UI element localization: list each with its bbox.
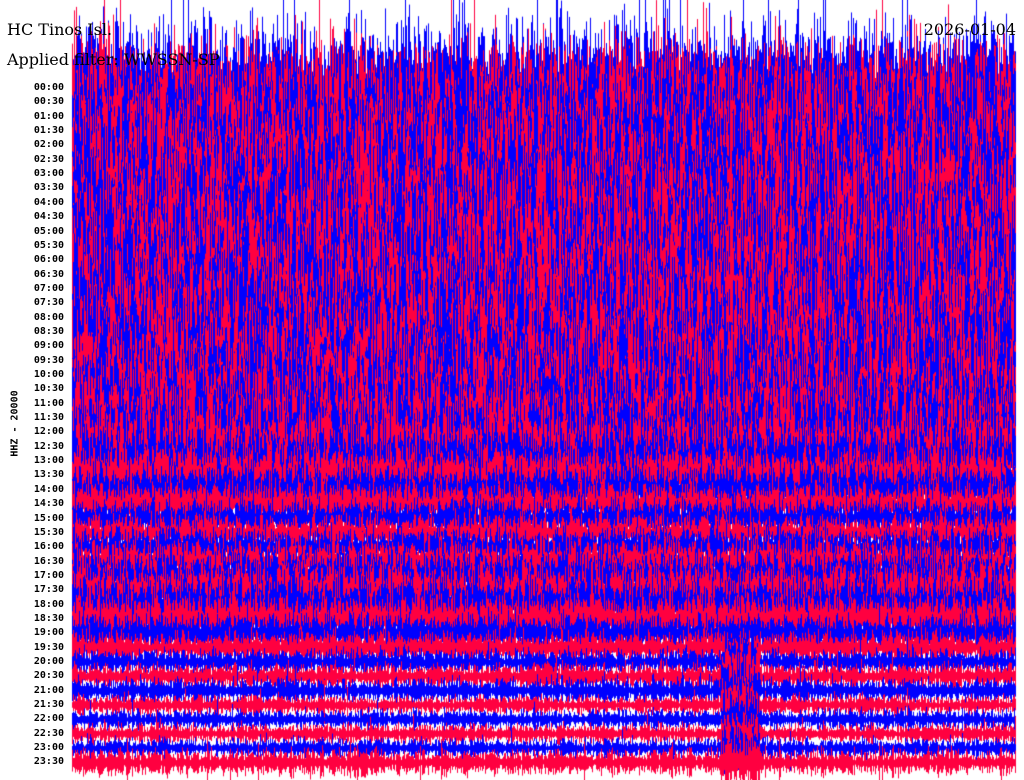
time-tick-label: 07:00: [33, 282, 64, 294]
time-tick-label: 23:00: [33, 742, 64, 754]
time-tick-label: 02:00: [33, 139, 64, 151]
time-tick-label: 14:00: [33, 483, 64, 495]
time-tick-label: 00:00: [33, 82, 64, 93]
time-tick-label: 12:30: [33, 440, 64, 452]
time-tick-label: 02:30: [33, 153, 64, 165]
time-tick-label: 06:00: [33, 254, 64, 266]
station-title: HC Tinos Isl.: [7, 20, 113, 39]
channel-scale-label: HHZ - 20000: [9, 390, 21, 457]
time-tick-label: 12:00: [33, 426, 64, 438]
time-tick-label: 13:30: [33, 469, 64, 481]
time-tick-label: 21:00: [33, 684, 64, 696]
time-tick-label: 07:30: [33, 297, 64, 309]
seismogram-traces: [0, 0, 1024, 780]
filter-label: Applied filter: WWSSN-SP: [7, 50, 220, 69]
time-tick-label: 01:00: [33, 110, 64, 122]
time-tick-label: 09:00: [33, 340, 64, 352]
time-tick-label: 23:30: [33, 756, 64, 768]
time-tick-label: 15:30: [33, 526, 64, 538]
time-tick-label: 14:30: [33, 498, 64, 510]
time-tick-label: 08:00: [33, 311, 64, 323]
time-tick-label: 17:30: [33, 584, 64, 596]
time-tick-label: 03:00: [33, 168, 64, 180]
time-tick-label: 17:00: [33, 569, 64, 581]
time-tick-label: 00:30: [33, 96, 64, 108]
time-tick-label: 22:00: [33, 713, 64, 725]
time-tick-label: 20:30: [33, 670, 64, 682]
time-tick-label: 10:30: [33, 383, 64, 395]
time-tick-label: 09:30: [33, 354, 64, 366]
time-tick-label: 19:00: [33, 627, 64, 639]
time-tick-label: 16:00: [33, 541, 64, 553]
time-tick-label: 11:30: [33, 412, 64, 424]
time-tick-label: 05:00: [33, 225, 64, 237]
time-tick-label: 01:30: [33, 125, 64, 137]
time-tick-label: 06:30: [33, 268, 64, 280]
time-tick-label: 16:30: [33, 555, 64, 567]
time-tick-label: 20:00: [33, 656, 64, 667]
time-tick-label: 18:30: [33, 612, 64, 624]
date-label: 2026-01-04: [923, 20, 1016, 39]
time-tick-label: 08:30: [33, 325, 64, 337]
time-tick-label: 10:00: [33, 369, 64, 380]
time-tick-label: 22:30: [33, 727, 64, 739]
time-tick-label: 04:30: [33, 211, 64, 223]
time-tick-label: 15:00: [33, 512, 64, 524]
time-tick-label: 04:00: [33, 196, 64, 208]
time-tick-label: 13:00: [33, 455, 64, 467]
time-tick-label: 03:30: [33, 182, 64, 194]
time-tick-label: 21:30: [33, 699, 64, 711]
time-tick-label: 18:00: [33, 598, 64, 610]
time-tick-label: 11:00: [33, 397, 64, 409]
time-tick-label: 19:30: [33, 641, 64, 653]
time-tick-label: 05:30: [33, 239, 64, 251]
